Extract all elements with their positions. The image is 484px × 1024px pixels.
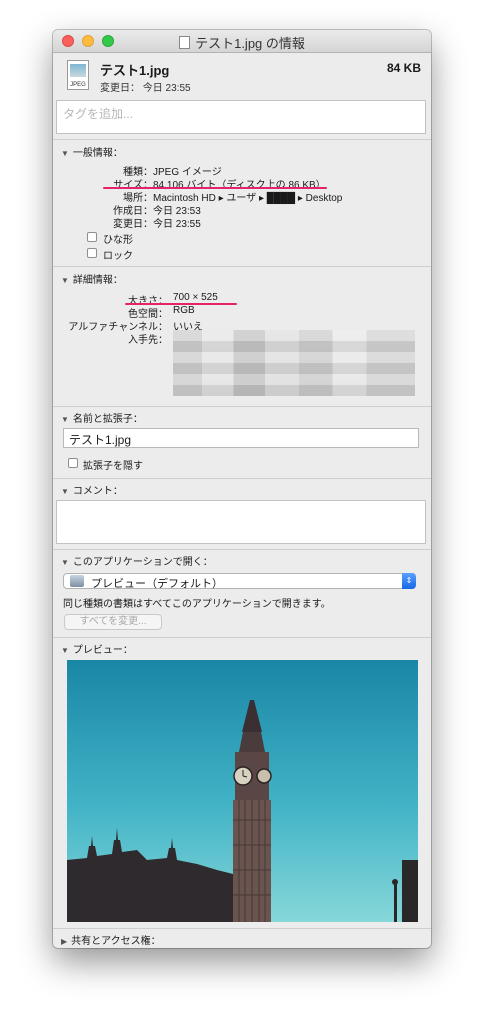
disclosure-open-icon[interactable]: ▼ (61, 487, 69, 496)
open-with-selected: プレビュー（デフォルト） (91, 578, 223, 590)
window-title-wrap: テスト1.jpg の情報 (53, 33, 431, 52)
preview-image (67, 660, 418, 922)
section-comments-title: コメント： (72, 486, 123, 497)
disclosure-closed-icon[interactable]: ▶ (61, 937, 67, 946)
where-from-redaction-overlay (173, 330, 415, 396)
section-sharing-header[interactable]: ▶ 共有とアクセス権： (61, 932, 161, 947)
section-general-title: 一般情報： (72, 148, 123, 159)
locked-checkbox[interactable] (87, 248, 97, 258)
section-name-header[interactable]: ▼ 名前と拡張子： (61, 410, 143, 425)
disclosure-open-icon[interactable]: ▼ (61, 646, 69, 655)
divider (53, 266, 431, 267)
where-from-label: 入手先： (128, 335, 168, 346)
divider (53, 549, 431, 550)
file-modified: 変更日： 今日 23:55 (100, 83, 191, 94)
section-details-header[interactable]: ▼ 詳細情報： (61, 271, 123, 286)
info-window: テスト1.jpg の情報 JPEG テスト1.jpg 変更日： 今日 23:55… (53, 30, 431, 948)
disclosure-open-icon[interactable]: ▼ (61, 276, 69, 285)
disclosure-open-icon[interactable]: ▼ (61, 415, 69, 424)
change-all-button[interactable]: すべてを変更... (64, 614, 162, 630)
file-size: 84 KB (386, 61, 421, 75)
section-sharing-title: 共有とアクセス権： (71, 936, 161, 947)
preview-app-icon (70, 575, 84, 587)
file-name: テスト1.jpg (100, 63, 170, 78)
divider (53, 139, 431, 140)
dimensions-value: 700 × 525 (173, 292, 218, 303)
stationery-checkbox[interactable] (87, 232, 97, 242)
tags-field[interactable]: タグを追加... (56, 100, 426, 134)
section-comments-header[interactable]: ▼ コメント： (61, 482, 123, 497)
hide-extension-label: 拡張子を隠す (83, 461, 143, 472)
section-general-header[interactable]: ▼ 一般情報： (61, 144, 123, 159)
color-space-value: RGB (173, 305, 195, 316)
window-title: テスト1.jpg の情報 (195, 36, 305, 51)
section-preview-title: プレビュー： (72, 645, 133, 656)
name-field[interactable]: テスト1.jpg (63, 428, 419, 448)
open-with-description: 同じ種類の書類はすべてこのアプリケーションで開きます。 (63, 599, 331, 610)
file-header: JPEG テスト1.jpg 変更日： 今日 23:55 84 KB (53, 53, 431, 99)
section-details-title: 詳細情報： (72, 275, 123, 286)
jpeg-file-icon: JPEG (67, 60, 89, 90)
section-preview-header[interactable]: ▼ プレビュー： (61, 641, 133, 656)
divider (53, 406, 431, 407)
locked-label: ロック (103, 251, 133, 262)
modified-label: 変更日： (113, 219, 153, 230)
tags-placeholder: タグを追加... (63, 107, 134, 121)
big-ben-photo (67, 660, 418, 922)
document-icon (179, 36, 191, 49)
popup-arrows-icon[interactable]: ⇕ (402, 573, 416, 589)
modified-value: 今日 23:55 (153, 219, 201, 230)
open-with-popup[interactable]: プレビュー（デフォルト） ⇕ (63, 573, 416, 590)
section-open-with-header[interactable]: ▼ このアプリケーションで開く： (61, 553, 213, 568)
thumbnail-image (70, 64, 86, 77)
divider (53, 928, 431, 929)
title-bar[interactable]: テスト1.jpg の情報 (53, 30, 431, 53)
section-name-title: 名前と拡張子： (72, 414, 143, 425)
file-type-label: JPEG (70, 82, 86, 88)
disclosure-open-icon[interactable]: ▼ (61, 558, 69, 567)
section-open-with-title: このアプリケーションで開く： (72, 557, 213, 568)
disclosure-open-icon[interactable]: ▼ (61, 149, 69, 158)
divider (53, 637, 431, 638)
name-field-value: テスト1.jpg (69, 433, 132, 447)
divider (53, 478, 431, 479)
stationery-label: ひな形 (103, 235, 133, 246)
comments-field[interactable] (56, 500, 426, 544)
hide-extension-checkbox[interactable] (68, 458, 78, 468)
